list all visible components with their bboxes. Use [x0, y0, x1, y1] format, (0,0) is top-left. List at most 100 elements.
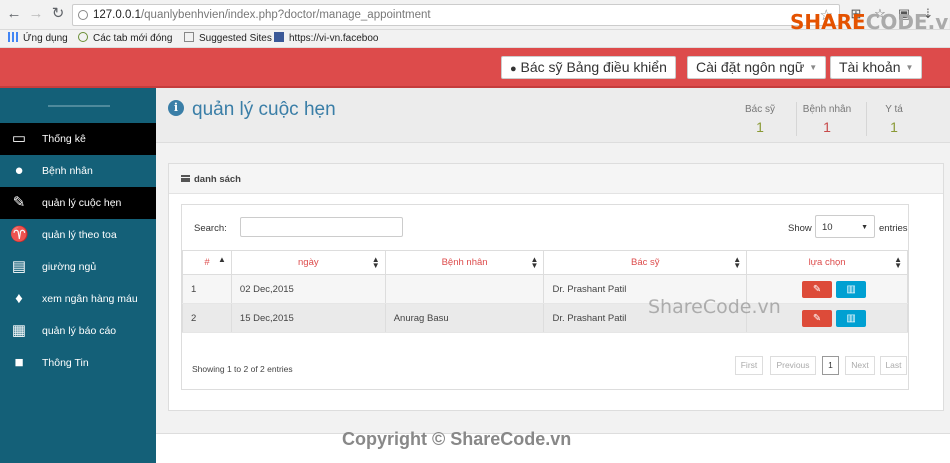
sidebar: ▭ Thống kê ● Bệnh nhân ✎ quản lý cuộc hẹ… — [0, 88, 156, 463]
sort-asc-icon: ▲ — [218, 255, 226, 264]
table-info: Showing 1 to 2 of 2 entries — [192, 364, 293, 374]
table-row: 2 15 Dec,2015 Anurag Basu Dr. Prashant P… — [182, 303, 908, 333]
sidebar-item-label: Thống kê — [42, 133, 86, 145]
bookmark-label: https://vi-vn.faceboo — [289, 33, 379, 44]
column-header-options[interactable]: lựa chọn ▲ ▼ — [746, 250, 908, 275]
dashboard-button[interactable]: ● Bác sỹ Bảng điều khiển — [501, 56, 676, 79]
droplet-icon: ♦ — [15, 290, 23, 307]
caret-down-icon: ▼ — [809, 63, 818, 72]
page-icon — [184, 32, 194, 42]
sidebar-item-reports[interactable]: ▦ quản lý báo cáo — [0, 315, 156, 347]
account-label: Tài khoản — [839, 59, 901, 75]
cell-patient: Anurag Basu — [384, 303, 545, 333]
sidebar-item-label: giường ngủ — [42, 261, 97, 273]
sort-icon: ▲ ▼ — [371, 255, 380, 270]
main-content: i quản lý cuộc hẹn Bác sỹ 1 Bệnh nhân 1 … — [156, 88, 950, 463]
page-size-select[interactable]: 10 ▼ — [815, 215, 875, 238]
sidebar-item-patients[interactable]: ● Bệnh nhân — [0, 155, 156, 187]
sort-icon: ▲ ▼ — [894, 255, 902, 270]
sort-icon: ▲ ▼ — [530, 255, 539, 270]
pagination-first[interactable]: First — [735, 356, 763, 375]
stat-nurses: Y tá 1 — [878, 104, 910, 135]
delete-button[interactable]: ▥ — [836, 280, 867, 298]
search-input[interactable] — [240, 217, 403, 237]
brand-logo — [48, 105, 110, 107]
stat-value: 1 — [890, 119, 898, 135]
stat-value: 1 — [823, 119, 831, 135]
pagination-next[interactable]: Next — [845, 356, 875, 375]
address-bar[interactable]: 127.0.0.1/quanlybenhvien/index.php?docto… — [72, 4, 840, 26]
bookmark-apps[interactable]: Ứng dụng — [8, 32, 68, 44]
sidebar-item-appointments[interactable]: ✎ quản lý cuộc hẹn — [0, 187, 156, 219]
bookmark-label: Các tab mới đóng — [93, 33, 173, 44]
column-header-date[interactable]: ngày ▲ ▼ — [230, 250, 386, 275]
facebook-icon — [274, 32, 284, 42]
sidebar-item-beds[interactable]: ▤ giường ngủ — [0, 251, 156, 283]
column-header-doctor[interactable]: Bác sỹ ▲ ▼ — [543, 250, 748, 275]
caret-down-icon: ▼ — [861, 224, 868, 231]
history-icon — [78, 32, 88, 42]
sidebar-item-label: xem ngân hàng máu — [42, 293, 138, 305]
reload-icon[interactable]: ↻ — [50, 6, 66, 22]
sidebar-item-label: quản lý cuộc hẹn — [42, 197, 122, 209]
stat-divider — [866, 102, 867, 136]
forward-icon[interactable]: → — [28, 6, 44, 22]
user-icon: ● — [510, 63, 517, 75]
page-title: quản lý cuộc hẹn — [192, 99, 336, 120]
data-table-wrapper: Search: Show 10 ▼ entries # ▲ ngày ▲ ▼ Bệnh … — [181, 204, 909, 390]
stat-label: Bệnh nhân — [802, 104, 852, 115]
edit-button[interactable]: ✎ — [802, 309, 833, 327]
pagination-last[interactable]: Last — [880, 356, 907, 375]
language-settings-dropdown[interactable]: Cài đặt ngôn ngữ ▼ — [687, 56, 827, 79]
stat-label: Y tá — [885, 104, 903, 115]
edit-icon: ✎ — [12, 194, 26, 211]
caret-down-icon: ▼ — [905, 63, 914, 72]
sidebar-item-prescriptions[interactable]: ♈ quản lý theo toa — [0, 219, 156, 251]
cell-date: 02 Dec,2015 — [230, 274, 386, 304]
pagination-page-1[interactable]: 1 — [822, 356, 839, 375]
sidebar-item-label: quản lý báo cáo — [42, 325, 117, 337]
stat-value: 1 — [756, 119, 764, 135]
stat-patients: Bệnh nhân 1 — [801, 104, 853, 135]
page-size-value: 10 — [822, 222, 833, 233]
edit-button[interactable]: ✎ — [802, 280, 833, 298]
appointment-list-panel: danh sách Search: Show 10 ▼ entries # ▲ ng… — [168, 163, 944, 411]
hdd-icon: ▤ — [11, 258, 27, 275]
stat-label: Bác sỹ — [744, 104, 775, 115]
cell-patient — [384, 274, 545, 304]
bookmark-suggested-sites[interactable]: Suggested Sites — [184, 32, 272, 44]
monitor-icon: ▭ — [11, 130, 27, 147]
delete-button[interactable]: ▥ — [836, 309, 867, 327]
wrench-icon: ✎ — [812, 283, 822, 295]
sidebar-item-blood-bank[interactable]: ♦ xem ngân hàng máu — [0, 283, 156, 315]
sharecode-logo-watermark: SHARECODE.vn — [790, 10, 950, 34]
page-header: i quản lý cuộc hẹn Bác sỹ 1 Bệnh nhân 1 … — [156, 88, 950, 143]
cell-date: 15 Dec,2015 — [230, 303, 386, 333]
sidebar-item-statistics[interactable]: ▭ Thống kê — [0, 123, 156, 155]
panel-title: danh sách — [181, 174, 241, 185]
dashboard-label: Bác sỹ Bảng điều khiển — [520, 59, 667, 75]
page-info-icon[interactable] — [78, 10, 88, 20]
sort-icon: ▲ ▼ — [733, 255, 742, 270]
entries-label: entries — [879, 223, 908, 234]
sidebar-item-label: quản lý theo toa — [42, 229, 117, 241]
column-header-number[interactable]: # ▲ — [182, 250, 232, 275]
trash-icon: ▥ — [846, 312, 856, 324]
back-icon[interactable]: ← — [6, 6, 22, 22]
sharecode-watermark: ShareCode.vn — [648, 296, 781, 318]
stethoscope-icon: ♈ — [10, 226, 29, 243]
bookmark-facebook[interactable]: https://vi-vn.faceboo — [274, 32, 379, 44]
pagination-previous[interactable]: Previous — [770, 356, 816, 375]
panel-header: danh sách — [169, 164, 943, 194]
language-label: Cài đặt ngôn ngữ — [696, 59, 805, 75]
sidebar-item-profile[interactable]: ■ Thông Tin — [0, 347, 156, 379]
cell-number: 2 — [182, 303, 232, 333]
list-icon — [181, 175, 190, 182]
table-row: 1 02 Dec,2015 Dr. Prashant Patil ✎ ▥ — [182, 274, 908, 304]
account-dropdown[interactable]: Tài khoản ▼ — [830, 56, 923, 79]
column-header-patient[interactable]: Bệnh nhân ▲ ▼ — [384, 250, 545, 275]
url-text: 127.0.0.1/quanlybenhvien/index.php?docto… — [93, 9, 431, 21]
show-label: Show — [788, 223, 812, 234]
bookmark-label: Ứng dụng — [23, 33, 68, 44]
bookmark-recent-tabs[interactable]: Các tab mới đóng — [78, 32, 172, 44]
